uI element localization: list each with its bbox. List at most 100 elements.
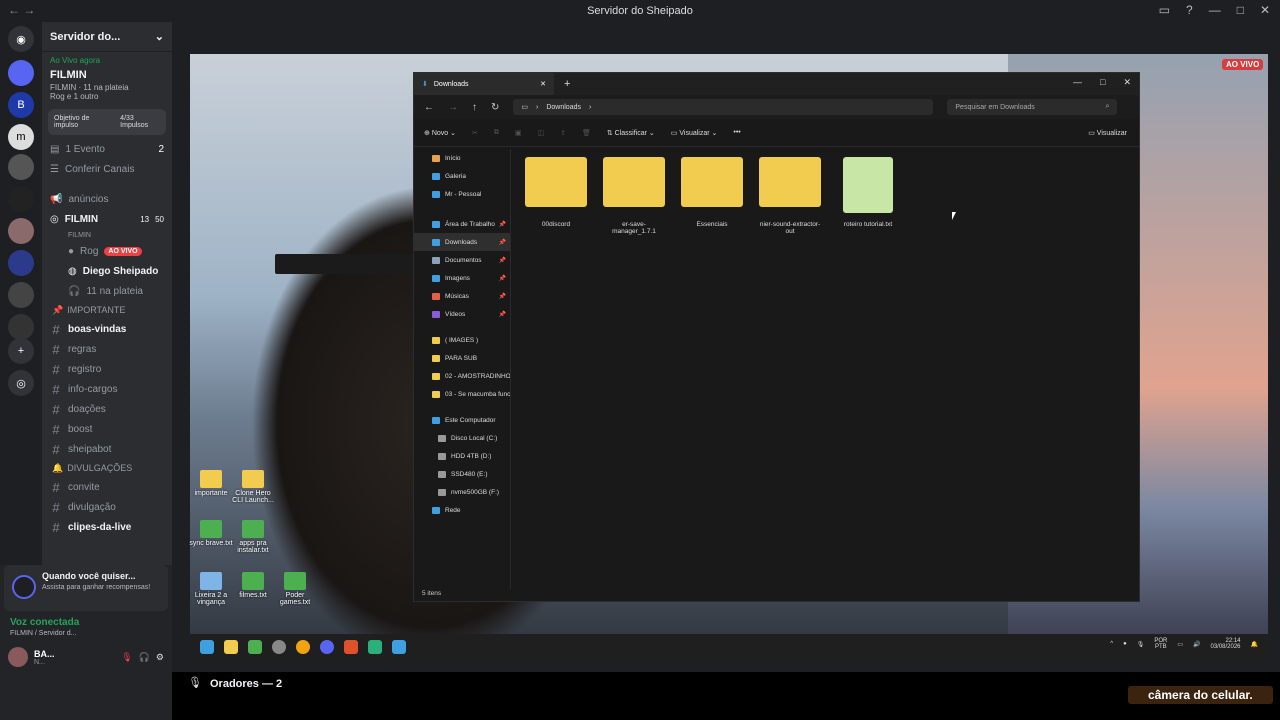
- start-icon[interactable]: [200, 640, 214, 654]
- copy-icon[interactable]: ⧉: [494, 129, 499, 137]
- desktop-icon[interactable]: apps pra instalar.txt: [231, 520, 275, 554]
- gear-icon[interactable]: ⚙: [156, 652, 164, 663]
- more-icon[interactable]: •••: [733, 129, 740, 136]
- nav-item[interactable]: Galeria: [414, 167, 510, 185]
- nav-item[interactable]: Disco Local (C:): [414, 429, 510, 447]
- explore-icon[interactable]: ◎: [8, 370, 34, 396]
- explorer-tab[interactable]: ⬇ Downloads ✕: [414, 73, 554, 95]
- browse-channels-row[interactable]: ☰ Conferir Canais: [42, 159, 172, 179]
- server-icon[interactable]: m: [8, 124, 34, 150]
- stage-audience[interactable]: 🎧 11 na plateia: [42, 281, 172, 301]
- delete-icon[interactable]: 🗑: [582, 129, 591, 137]
- desktop-icon[interactable]: filmes.txt: [231, 572, 275, 599]
- clock[interactable]: 22:14 03/08/2026: [1210, 638, 1240, 650]
- discord-icon[interactable]: [320, 640, 334, 654]
- nav-item[interactable]: 02 - AMOSTRADINHO: [414, 367, 510, 385]
- server-icon[interactable]: [8, 282, 34, 308]
- nav-item[interactable]: Rede: [414, 501, 510, 519]
- notepad-icon[interactable]: [248, 640, 262, 654]
- server-icon[interactable]: [8, 250, 34, 276]
- network-icon[interactable]: ▭: [1177, 641, 1183, 648]
- desktop-icon[interactable]: Lixeira 2 a vingança: [189, 572, 233, 606]
- pin-icon[interactable]: 📌: [499, 239, 506, 246]
- server-icon[interactable]: [8, 60, 34, 86]
- steam-icon[interactable]: [272, 640, 286, 654]
- mic-muted-icon[interactable]: 🎙: [121, 652, 132, 663]
- pin-icon[interactable]: 📌: [499, 293, 506, 300]
- nav-item[interactable]: Imagens 📌: [414, 269, 510, 287]
- view-button[interactable]: ▭ Visualizar ⌄: [671, 129, 718, 137]
- help-icon[interactable]: ?: [1186, 3, 1193, 17]
- add-server-icon[interactable]: +: [8, 338, 34, 364]
- server-icon[interactable]: [8, 314, 34, 340]
- photos-icon[interactable]: [392, 640, 406, 654]
- desktop-icon[interactable]: importante: [189, 470, 233, 497]
- minimize-button[interactable]: —: [1209, 3, 1221, 17]
- channel-sheipabot[interactable]: # sheipabot: [42, 439, 172, 459]
- pin-icon[interactable]: 📌: [499, 257, 506, 264]
- language-indicator[interactable]: POR PTB: [1154, 638, 1167, 650]
- channel-divulgacao[interactable]: # divulgação: [42, 497, 172, 517]
- channel-info-cargos[interactable]: # info-cargos: [42, 379, 172, 399]
- volume-icon[interactable]: 🔊: [1193, 641, 1200, 648]
- stage-channel-filmin[interactable]: ◎ FILMIN 13 50: [42, 209, 172, 229]
- headphones-icon[interactable]: 🎧: [139, 652, 150, 663]
- nav-item[interactable]: Downloads 📌: [414, 233, 510, 251]
- category-divulgacoes[interactable]: 🔔 DIVULGAÇÕES: [42, 459, 172, 477]
- server-icon[interactable]: [8, 154, 34, 180]
- voice-connected-panel[interactable]: Voz conectada FILMIN / Servidor d...: [0, 611, 172, 643]
- channel-boas-vindas[interactable]: # boas-vindas: [42, 319, 172, 339]
- file-item[interactable]: er-save-manager_1.7.1: [602, 157, 666, 235]
- live-now-panel[interactable]: Ao Vivo agora FILMIN FILMIN · 11 na plat…: [42, 52, 172, 105]
- sort-button[interactable]: ⇅ Classificar ⌄: [607, 129, 655, 137]
- channel-announcements[interactable]: 📢 anúncios: [42, 189, 172, 209]
- inbox-icon[interactable]: ▭: [1159, 3, 1170, 17]
- pin-icon[interactable]: 📌: [499, 221, 506, 228]
- mic-icon[interactable]: 🎙: [1137, 641, 1145, 648]
- nav-item[interactable]: 03 - Se macumba funciona: [414, 385, 510, 403]
- channel-convite[interactable]: # convite: [42, 477, 172, 497]
- nav-item[interactable]: Este Computador: [414, 411, 510, 429]
- minimize-button[interactable]: —: [1073, 77, 1082, 88]
- channel-boost[interactable]: # boost: [42, 419, 172, 439]
- channel-registro[interactable]: # registro: [42, 359, 172, 379]
- back-icon[interactable]: ←: [424, 102, 434, 113]
- close-tab-icon[interactable]: ✕: [540, 80, 546, 88]
- maximize-button[interactable]: □: [1100, 77, 1105, 88]
- stage-member[interactable]: ● Rog AO VIVO: [42, 241, 172, 261]
- notification-icon[interactable]: 🔔: [1251, 641, 1258, 648]
- desktop-icon[interactable]: Poder games.txt: [273, 572, 317, 606]
- chevron-down-icon[interactable]: ⌄: [155, 30, 164, 43]
- server-icon[interactable]: [8, 186, 34, 212]
- file-explorer-icon[interactable]: [224, 640, 238, 654]
- nav-item[interactable]: Músicas 📌: [414, 287, 510, 305]
- close-button[interactable]: ✕: [1260, 3, 1270, 17]
- pin-icon[interactable]: 📌: [499, 275, 506, 282]
- desktop-icon[interactable]: sync brave.txt: [189, 520, 233, 547]
- stage-member[interactable]: ◍ Diego Sheipado: [42, 261, 172, 281]
- nav-item[interactable]: HDD 4TB (D:): [414, 447, 510, 465]
- paste-icon[interactable]: ▣: [515, 129, 522, 137]
- nav-item[interactable]: PARA SUB: [414, 349, 510, 367]
- discord-home-icon[interactable]: ◉: [8, 26, 34, 52]
- avatar[interactable]: [8, 647, 28, 667]
- nav-item[interactable]: Início: [414, 149, 510, 167]
- boost-goal[interactable]: Objetivo de impulso 4/33 Impulsos: [48, 109, 166, 135]
- server-icon[interactable]: [8, 218, 34, 244]
- close-button[interactable]: ✕: [1123, 77, 1131, 88]
- nav-item[interactable]: Área de Trabalho 📌: [414, 215, 510, 233]
- file-item[interactable]: nier-sound-extractor-out: [758, 157, 822, 235]
- server-header[interactable]: Servidor do... ⌄: [42, 22, 172, 52]
- file-item[interactable]: 00discord: [524, 157, 588, 235]
- server-icon[interactable]: B: [8, 92, 34, 118]
- nav-item[interactable]: ( IMAGES ): [414, 331, 510, 349]
- nav-item[interactable]: Mr - Pessoal: [414, 185, 510, 203]
- address-bar[interactable]: ▭ › Downloads ›: [513, 99, 934, 115]
- file-item[interactable]: Essenciais: [680, 157, 744, 235]
- share-icon[interactable]: ⇪: [560, 129, 566, 137]
- search-input[interactable]: Pesquisar em Downloads ⌕: [947, 99, 1118, 115]
- nav-item[interactable]: SSD480 (E:): [414, 465, 510, 483]
- preview-button[interactable]: ▭ Visualizar: [1088, 129, 1127, 137]
- app-icon[interactable]: [296, 640, 310, 654]
- chevron-up-icon[interactable]: ^: [1110, 641, 1113, 647]
